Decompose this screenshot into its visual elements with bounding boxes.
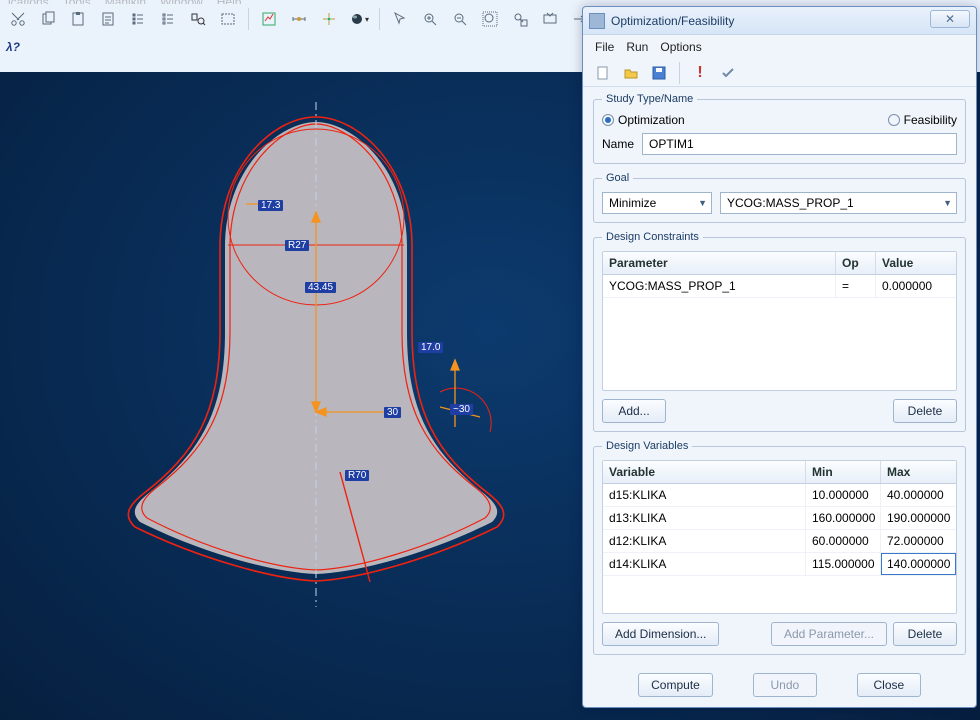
alert-icon[interactable]: ! [690, 63, 710, 83]
undo-button: Undo [753, 673, 817, 697]
table-row[interactable]: d15:KLIKA 10.000000 40.000000 [603, 484, 956, 507]
goal-param-select[interactable]: YCOG:MASS_PROP_1▼ [720, 192, 957, 214]
zoom-in-icon[interactable] [418, 7, 442, 31]
name-label: Name [602, 137, 634, 151]
goal-mode-select[interactable]: Minimize▼ [602, 192, 712, 214]
close-button[interactable]: Close [857, 673, 921, 697]
clipboard-icon[interactable] [96, 7, 120, 31]
dialog-titlebar[interactable]: Optimization/Feasibility ✕ [583, 7, 976, 35]
check-icon[interactable] [718, 63, 738, 83]
goal-group: Goal Minimize▼ YCOG:MASS_PROP_1▼ [593, 172, 966, 223]
list2-icon[interactable] [156, 7, 180, 31]
table-row[interactable]: YCOG:MASS_PROP_1 = 0.000000 [603, 275, 956, 298]
dialog-menubar: File Run Options [583, 35, 976, 59]
dialog-footer: Compute Undo Close [583, 665, 976, 707]
delete-constraint-button[interactable]: Delete [893, 399, 957, 423]
chart-icon[interactable] [257, 7, 281, 31]
find-icon[interactable] [186, 7, 210, 31]
dim-d2: R27 [285, 240, 309, 251]
dim-d1: 17.3 [258, 200, 283, 211]
dim-d3: 43.45 [305, 282, 336, 293]
name-input[interactable]: OPTIM1 [642, 133, 957, 155]
add-constraint-button[interactable]: Add... [602, 399, 666, 423]
compute-button[interactable]: Compute [638, 673, 713, 697]
radio-dot-icon [888, 114, 900, 126]
delete-variable-button[interactable]: Delete [893, 622, 957, 646]
refit-icon[interactable] [538, 7, 562, 31]
dim-d7: R70 [345, 470, 369, 481]
zoom-fit-icon[interactable] [478, 7, 502, 31]
open-icon[interactable] [621, 63, 641, 83]
select-rect-icon[interactable] [216, 7, 240, 31]
dim-d6: ~30 [450, 404, 473, 415]
add-parameter-button: Add Parameter... [771, 622, 887, 646]
cursor-icon[interactable] [388, 7, 412, 31]
close-icon[interactable]: ✕ [930, 10, 970, 28]
cut-icon[interactable] [6, 7, 30, 31]
sparkle-icon[interactable] [317, 7, 341, 31]
dim-d5: 17.0 [418, 342, 443, 353]
add-dimension-button[interactable]: Add Dimension... [602, 622, 719, 646]
dialog-icon [589, 13, 605, 29]
constraints-group: Design Constraints Parameter Op Value YC… [593, 231, 966, 432]
dim-d4: 30 [384, 407, 401, 418]
zoom-out-icon[interactable] [448, 7, 472, 31]
radio-feasibility[interactable]: Feasibility [888, 113, 957, 127]
measure-icon[interactable] [287, 7, 311, 31]
menu-options[interactable]: Options [660, 40, 701, 54]
radio-optimization[interactable]: Optimization [602, 113, 685, 127]
save-icon[interactable] [649, 63, 669, 83]
optimization-dialog: Optimization/Feasibility ✕ File Run Opti… [582, 6, 977, 708]
study-type-group: Study Type/Name Optimization Feasibility… [593, 93, 966, 164]
menu-file[interactable]: File [595, 40, 614, 54]
variables-group: Design Variables Variable Min Max d15:KL… [593, 440, 966, 655]
sphere-icon[interactable]: ▾ [347, 7, 371, 31]
variables-table[interactable]: Variable Min Max d15:KLIKA 10.000000 40.… [602, 460, 957, 614]
table-row[interactable]: d12:KLIKA 60.000000 72.000000 [603, 530, 956, 553]
paste-icon[interactable] [66, 7, 90, 31]
new-icon[interactable] [593, 63, 613, 83]
table-row[interactable]: d13:KLIKA 160.000000 190.000000 [603, 507, 956, 530]
dialog-title: Optimization/Feasibility [611, 14, 734, 28]
table-row[interactable]: d14:KLIKA 115.000000 140.000000 [603, 553, 956, 576]
copy-icon[interactable] [36, 7, 60, 31]
dialog-toolbar: ! [583, 59, 976, 87]
list1-icon[interactable] [126, 7, 150, 31]
menu-run[interactable]: Run [626, 40, 648, 54]
radio-dot-icon [602, 114, 614, 126]
constraints-table[interactable]: Parameter Op Value YCOG:MASS_PROP_1 = 0.… [602, 251, 957, 391]
zoom-sel-icon[interactable] [508, 7, 532, 31]
